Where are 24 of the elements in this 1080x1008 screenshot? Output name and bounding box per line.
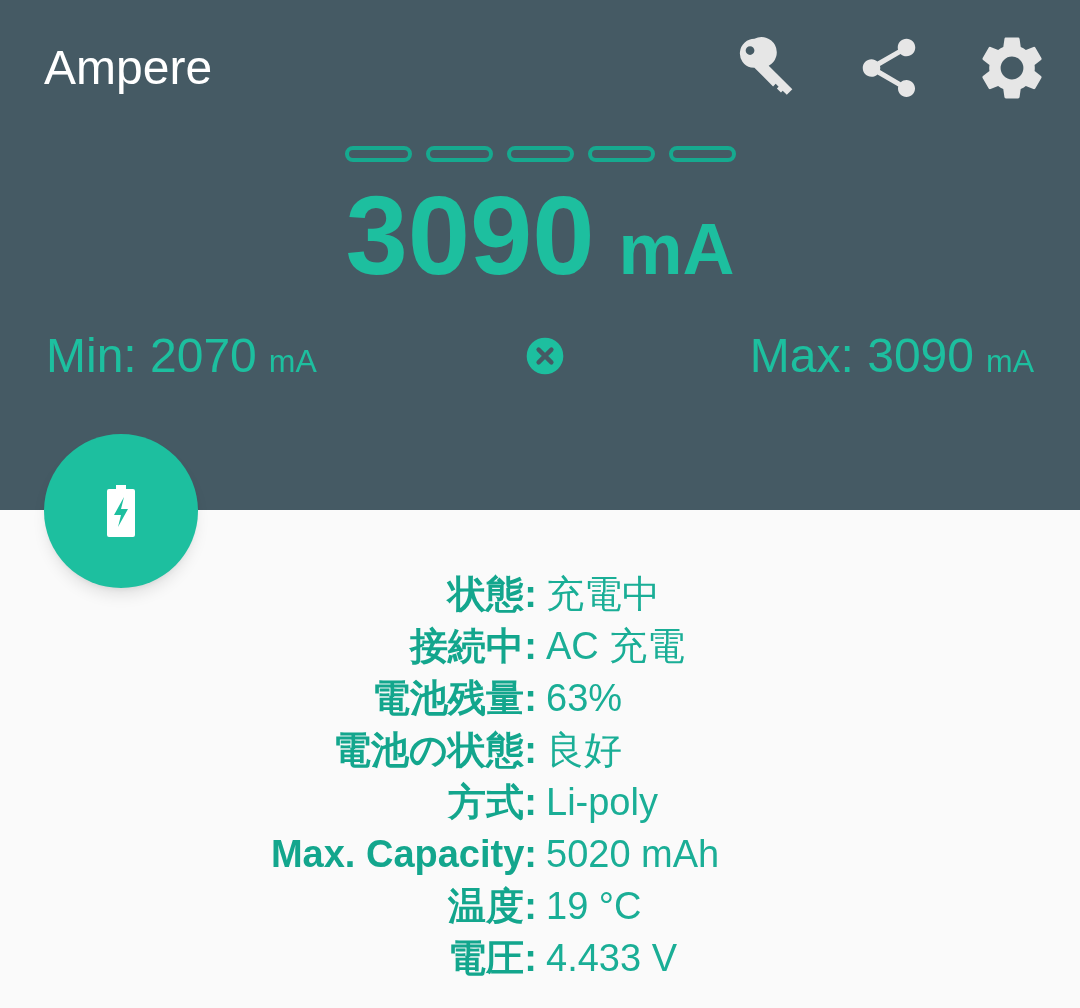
info-value: 充電中: [546, 572, 661, 617]
info-value: 4.433 V: [546, 936, 678, 981]
info-label: 温度:: [447, 884, 537, 929]
info-label: 電池の状態:: [332, 728, 537, 773]
info-value: AC 充電: [546, 624, 687, 669]
info-label: 電圧:: [447, 936, 537, 981]
max-unit: mA: [986, 345, 1034, 377]
info-label: 接続中:: [408, 624, 537, 669]
info-value: 63%: [546, 676, 624, 721]
min-unit: mA: [268, 345, 317, 377]
info-value: 19 °C: [546, 884, 643, 929]
max-reading: Max: 3090: [749, 332, 974, 380]
info-value: 5020 mAh: [546, 832, 721, 877]
current-reading: 3090: [345, 180, 595, 292]
info-label: 電池残量:: [371, 676, 537, 721]
info-label: 状態:: [445, 572, 537, 617]
app-title: Ampere: [44, 40, 214, 96]
info-label: Max. Capacity:: [269, 832, 537, 877]
info-label: 方式:: [446, 780, 537, 825]
info-value: Li-poly: [546, 780, 659, 825]
charging-battery-icon: [107, 484, 135, 538]
info-value: 良好: [546, 728, 623, 773]
min-reading: Min: 2070: [46, 332, 257, 380]
current-unit: mA: [618, 213, 735, 285]
